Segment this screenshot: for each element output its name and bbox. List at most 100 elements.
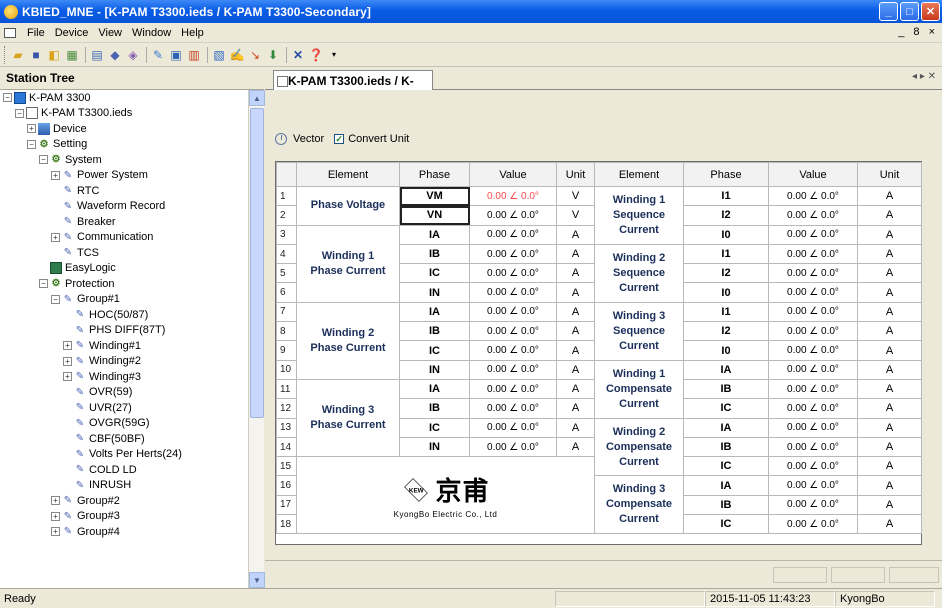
- value-cell[interactable]: 0.00 ∠ 0.0°: [469, 301, 557, 323]
- value-cell[interactable]: 0.00 ∠ 0.0°: [469, 417, 557, 438]
- disconnect-icon[interactable]: ◈: [125, 47, 141, 63]
- phase-cell[interactable]: IA: [683, 359, 769, 380]
- phase-cell[interactable]: I2: [683, 321, 769, 342]
- collapse-icon[interactable]: −: [39, 155, 48, 164]
- expand-icon[interactable]: +: [63, 341, 72, 350]
- tree-item[interactable]: − ⚙ Setting: [27, 138, 87, 151]
- help-icon[interactable]: ❓: [308, 47, 324, 63]
- tree-item[interactable]: ✎ INRUSH: [63, 479, 131, 492]
- value-cell[interactable]: 0.00 ∠ 0.0°: [768, 456, 858, 477]
- expand-icon[interactable]: +: [51, 232, 60, 242]
- download-icon[interactable]: ⬇: [265, 47, 281, 63]
- tree-item[interactable]: ✎ HOC(50/87): [63, 308, 149, 321]
- tree-item[interactable]: ✎ TCS: [51, 246, 99, 259]
- tree-item[interactable]: + ✎ Group#4: [51, 525, 120, 538]
- tree-item[interactable]: − ⚙ System: [39, 153, 102, 166]
- value-cell[interactable]: 0.00 ∠ 0.0°: [469, 321, 557, 342]
- menu-view[interactable]: View: [93, 27, 127, 39]
- phase-cell[interactable]: IA: [399, 224, 470, 245]
- header-element[interactable]: Element: [296, 162, 400, 187]
- maximize-button[interactable]: □: [900, 2, 919, 21]
- value-cell[interactable]: 0.00 ∠ 0.0°: [768, 243, 858, 265]
- header-element-right[interactable]: Element: [594, 162, 684, 187]
- value-cell[interactable]: 0.00 ∠ 0.0°: [768, 282, 858, 303]
- value-cell[interactable]: 0.00 ∠ 0.0°: [469, 282, 557, 303]
- tree-item[interactable]: EasyLogic: [39, 262, 116, 275]
- value-cell[interactable]: 0.00 ∠ 0.0°: [768, 185, 858, 207]
- table-row[interactable]: 7 Winding 2 Phase Current IA 0.00 ∠ 0.0° A Wi…: [276, 301, 922, 380]
- tree-item[interactable]: ✎ Waveform Record: [51, 200, 165, 213]
- folder-icon[interactable]: ▦: [64, 47, 80, 63]
- mdi-child-icon[interactable]: [4, 27, 16, 38]
- value-cell[interactable]: 0.00 ∠ 0.0°: [469, 263, 557, 284]
- tree-item[interactable]: − ⚙ Protection: [39, 277, 115, 290]
- phase-cell[interactable]: IB: [683, 378, 769, 400]
- mdi-controls[interactable]: _ 8 ×: [898, 26, 938, 38]
- tree-scrollbar[interactable]: ▲ ▼: [248, 90, 265, 588]
- value-cell[interactable]: 0.00 ∠ 0.0°: [469, 378, 557, 400]
- header-phase[interactable]: Phase: [399, 162, 470, 187]
- tree-item[interactable]: ✎ Volts Per Herts(24): [63, 448, 182, 461]
- vector-icon[interactable]: [275, 133, 287, 145]
- phase-cell[interactable]: IN: [399, 359, 470, 380]
- tab-document[interactable]: K-PAM T3300.ieds / K-PA...: [273, 70, 433, 102]
- tree-item[interactable]: − ✎ Group#1: [51, 293, 120, 306]
- value-cell[interactable]: 0.00 ∠ 0.0°: [768, 475, 858, 496]
- toolbar-grip[interactable]: [4, 45, 7, 64]
- convert-unit-checkbox[interactable]: ✓: [334, 134, 345, 144]
- value-cell[interactable]: 0.00 ∠ 0.0°: [469, 185, 557, 207]
- scroll-up-icon[interactable]: ▲: [249, 90, 265, 106]
- menu-window[interactable]: Window: [127, 27, 176, 39]
- new-icon[interactable]: ◧: [46, 47, 62, 63]
- phase-cell[interactable]: IB: [683, 436, 769, 458]
- expand-icon[interactable]: +: [51, 511, 60, 521]
- tree-item[interactable]: ✎ CBF(50BF): [63, 432, 145, 445]
- phase-cell[interactable]: IC: [399, 263, 470, 284]
- menu-device[interactable]: Device: [50, 27, 94, 39]
- tree-item[interactable]: + Device: [27, 122, 87, 135]
- phase-cell[interactable]: IC: [399, 417, 470, 438]
- value-cell[interactable]: 0.00 ∠ 0.0°: [768, 301, 858, 323]
- value-cell[interactable]: 0.00 ∠ 0.0°: [768, 263, 858, 284]
- phase-cell[interactable]: I0: [683, 282, 769, 303]
- value-cell[interactable]: 0.00 ∠ 0.0°: [768, 514, 858, 535]
- expand-icon[interactable]: +: [63, 372, 72, 381]
- expand-icon[interactable]: +: [51, 170, 60, 180]
- close-button[interactable]: ✕: [921, 2, 940, 21]
- tree-item[interactable]: − K-PAM T3300.ieds: [15, 107, 132, 120]
- value-cell[interactable]: 0.00 ∠ 0.0°: [768, 398, 858, 419]
- header-value-right[interactable]: Value: [768, 162, 858, 187]
- chart-icon[interactable]: ↘: [247, 47, 263, 63]
- connect-icon[interactable]: ◆: [107, 47, 123, 63]
- menu-file[interactable]: File: [22, 27, 50, 39]
- value-cell[interactable]: 0.00 ∠ 0.0°: [469, 398, 557, 419]
- phase-cell[interactable]: I1: [683, 185, 769, 207]
- phase-cell[interactable]: I0: [683, 224, 769, 245]
- value-cell[interactable]: 0.00 ∠ 0.0°: [768, 321, 858, 342]
- phase-cell[interactable]: I0: [683, 340, 769, 361]
- value-cell[interactable]: 0.00 ∠ 0.0°: [768, 436, 858, 458]
- edit-icon[interactable]: ✍: [229, 47, 245, 63]
- phase-cell[interactable]: VM: [399, 185, 470, 207]
- tree-item[interactable]: + ✎ Group#2: [51, 494, 120, 507]
- phase-cell[interactable]: I2: [683, 263, 769, 284]
- tree-item[interactable]: + ✎ Group#3: [51, 510, 120, 523]
- value-cell[interactable]: 0.00 ∠ 0.0°: [469, 243, 557, 265]
- phase-cell[interactable]: IA: [683, 417, 769, 438]
- collapse-icon[interactable]: −: [3, 93, 12, 102]
- header-phase-right[interactable]: Phase: [683, 162, 769, 187]
- header-unit[interactable]: Unit: [556, 162, 595, 187]
- value-cell[interactable]: 0.00 ∠ 0.0°: [469, 436, 557, 458]
- minimize-button[interactable]: _: [879, 2, 898, 21]
- phase-cell[interactable]: I2: [683, 205, 769, 226]
- value-cell[interactable]: 0.00 ∠ 0.0°: [469, 359, 557, 380]
- expand-icon[interactable]: +: [51, 496, 60, 505]
- expand-icon[interactable]: +: [63, 356, 72, 366]
- list-icon[interactable]: ▧: [211, 47, 227, 63]
- phase-cell[interactable]: IC: [683, 456, 769, 477]
- open-icon[interactable]: ▰: [10, 47, 26, 63]
- tree-item[interactable]: − K-PAM 3300: [3, 91, 91, 104]
- header-unit-right[interactable]: Unit: [857, 162, 922, 187]
- value-cell[interactable]: 0.00 ∠ 0.0°: [768, 224, 858, 245]
- header-value[interactable]: Value: [469, 162, 557, 187]
